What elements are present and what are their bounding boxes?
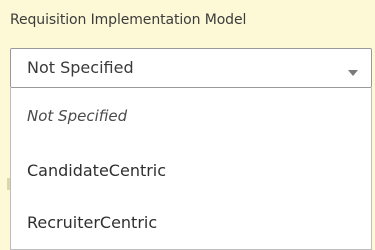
option-recruitercentric[interactable]: RecruiterCentric [11, 203, 371, 243]
dropdown-list: Not Specified CandidateCentric Recruiter… [10, 88, 372, 250]
implementation-model-select[interactable]: Not Specified [10, 48, 372, 88]
chevron-down-icon[interactable] [347, 63, 359, 76]
left-stub [7, 178, 10, 190]
field-label: Requisition Implementation Model [10, 12, 247, 28]
option-not-specified[interactable]: Not Specified [11, 96, 371, 136]
selected-value: Not Specified [27, 58, 134, 77]
option-candidatecentric[interactable]: CandidateCentric [11, 151, 371, 191]
chevron-down-svg [348, 70, 358, 76]
